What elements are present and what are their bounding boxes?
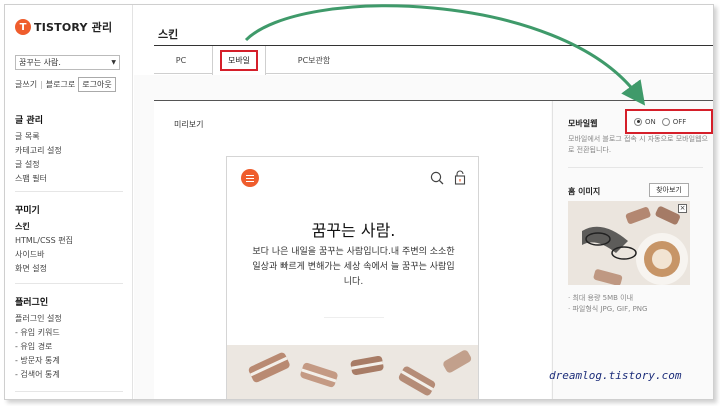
- mobile-web-toggle: ON OFF: [625, 109, 713, 134]
- preview-panel: 미리보기 꿈꾸는 사람. 보다 나은 내일을 꿈꾸는 사람입니다.내 주변의 소…: [154, 101, 551, 399]
- chevron-down-icon: ▼: [111, 59, 116, 66]
- hamburger-menu-icon: [241, 169, 259, 187]
- home-image-preview: ×: [568, 201, 690, 285]
- menu-section-title: 꾸미기: [15, 206, 40, 216]
- radio-off[interactable]: OFF: [661, 117, 687, 126]
- preview-photo: [227, 345, 478, 399]
- blog-select[interactable]: 꿈꾸는 사람. ▼: [15, 55, 120, 70]
- divider: [324, 317, 384, 318]
- mobile-preview: 꿈꾸는 사람. 보다 나은 내일을 꿈꾸는 사람입니다.내 주변의 소소한 일상…: [226, 156, 479, 399]
- account-links: 글쓰기 | 블로그로 로그아웃: [15, 77, 116, 92]
- menu-section-posts: 글 관리 글 목록 카테고리 설정 글 설정 스팸 필터: [15, 113, 123, 186]
- main-content: 스킨 PC 모바일 PC보관함 미리보기 꿈꾸는 사람. 보다 나은 내일을 꿈…: [134, 5, 713, 399]
- sidebar-item-spam-filter[interactable]: 스팸 필터: [15, 172, 123, 186]
- spec-format: · 파일형식 JPG, GIF, PNG: [568, 305, 648, 313]
- mobile-web-label: 모바일웹: [568, 119, 598, 128]
- sidebar-item-skin[interactable]: 스킨: [15, 220, 123, 234]
- mobile-web-help: 모바일에서 블로그 접속 시 자동으로 모바일웹으로 전환됩니다.: [568, 135, 708, 154]
- tab-mobile[interactable]: 모바일: [212, 46, 266, 75]
- menu-section-design: 꾸미기 스킨 HTML/CSS 편집 사이드바 화면 설정: [15, 203, 123, 276]
- menu-section-title: 글 관리: [15, 116, 43, 126]
- sidebar-item-sidebar[interactable]: 사이드바: [15, 248, 123, 262]
- radio-on-label: ON: [645, 117, 656, 126]
- preview-blog-title: 꿈꾸는 사람.: [311, 221, 396, 240]
- separator: |: [40, 80, 43, 89]
- browse-button[interactable]: 찾아보기: [649, 183, 689, 197]
- sidebar-item-post-settings[interactable]: 글 설정: [15, 158, 123, 172]
- sidebar-item-inflow-keyword[interactable]: - 유입 키워드: [15, 326, 123, 340]
- sidebar-item-search-stats[interactable]: - 검색어 통계: [15, 368, 123, 382]
- cookies-photo-image: [227, 345, 478, 399]
- app-window: T TISTORY 관리 꿈꾸는 사람. ▼ 글쓰기 | 블로그로 로그아웃 글…: [4, 4, 714, 400]
- spec-size-text: 최대 용량 5MB 이내: [572, 294, 634, 302]
- tistory-logo[interactable]: T TISTORY 관리: [15, 19, 112, 35]
- sidebar-item-plugin-settings[interactable]: 플러그인 설정: [15, 312, 123, 326]
- skin-tabs: PC 모바일 PC보관함: [154, 46, 713, 75]
- radio-on[interactable]: ON: [634, 117, 656, 126]
- tab-pc-archive[interactable]: PC보관함: [274, 46, 354, 74]
- sidebar-item-category[interactable]: 카테고리 설정: [15, 144, 123, 158]
- watermark: dreamlog.tistory.com: [549, 369, 682, 382]
- logout-button[interactable]: 로그아웃: [78, 77, 116, 92]
- menu-section-title: 플러그인: [15, 298, 49, 308]
- coffee-photo-image: [568, 201, 690, 285]
- page-title: 스킨: [158, 28, 179, 41]
- sidebar-item-inflow-path[interactable]: - 유입 경로: [15, 340, 123, 354]
- settings-panel: 모바일웹 ON OFF 모바일에서 블로그 접속 시 자동으로 모바일웹으로 전…: [552, 101, 713, 399]
- write-link[interactable]: 글쓰기: [15, 79, 37, 90]
- divider: [568, 167, 703, 168]
- blog-select-value: 꿈꾸는 사람.: [19, 58, 61, 67]
- divider: [15, 191, 123, 192]
- sidebar-item-visitor-stats[interactable]: - 방문자 통계: [15, 354, 123, 368]
- tistory-logo-icon: T: [15, 19, 31, 35]
- divider: [15, 391, 123, 392]
- preview-blog-description: 보다 나은 내일을 꿈꾸는 사람입니다.내 주변의 소소한 일상과 빠르게 변해…: [252, 247, 455, 287]
- sidebar-item-screen[interactable]: 화면 설정: [15, 262, 123, 276]
- sidebar: T TISTORY 관리 꿈꾸는 사람. ▼ 글쓰기 | 블로그로 로그아웃 글…: [5, 5, 133, 399]
- logo-text: TISTORY 관리: [34, 21, 113, 34]
- search-icon: [430, 171, 444, 185]
- radio-off-label: OFF: [672, 117, 687, 126]
- preview-label: 미리보기: [174, 120, 204, 129]
- spec-format-text: 파일형식 JPG, GIF, PNG: [572, 305, 648, 313]
- home-image-label: 홈 이미지: [568, 187, 601, 196]
- spec-size: · 최대 용량 5MB 이내: [568, 294, 634, 302]
- lock-icon: [454, 170, 466, 185]
- blog-link[interactable]: 블로그로: [46, 79, 75, 90]
- menu-section-plugins: 플러그인 플러그인 설정 - 유입 키워드 - 유입 경로 - 방문자 통계 -…: [15, 295, 123, 382]
- tab-pc[interactable]: PC: [154, 46, 208, 74]
- close-icon[interactable]: ×: [678, 204, 687, 213]
- sidebar-item-html-css[interactable]: HTML/CSS 편집: [15, 234, 123, 248]
- radio-off-dot[interactable]: [661, 117, 670, 126]
- divider: [15, 283, 123, 284]
- tab-mobile-label: 모바일: [219, 50, 259, 71]
- radio-on-dot[interactable]: [634, 117, 642, 126]
- sidebar-item-post-list[interactable]: 글 목록: [15, 130, 123, 144]
